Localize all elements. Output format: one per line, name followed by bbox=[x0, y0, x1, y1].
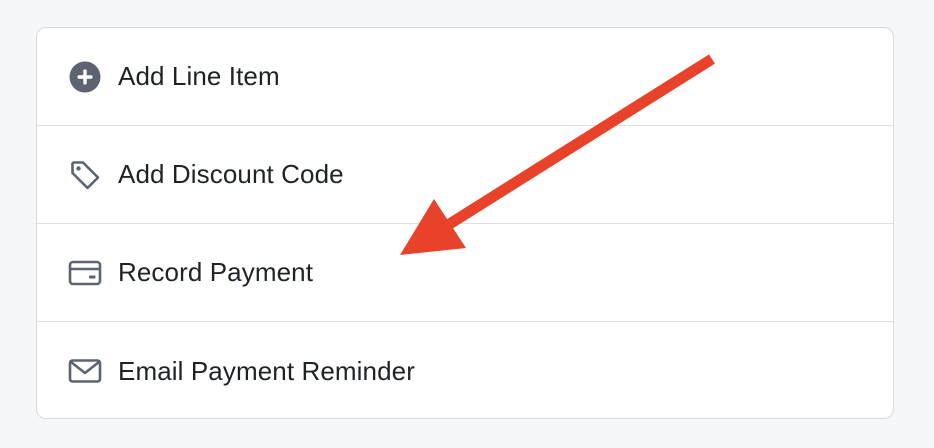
menu-item-email-payment-reminder[interactable]: Email Payment Reminder bbox=[37, 322, 893, 418]
envelope-icon bbox=[68, 354, 102, 388]
menu-item-label: Add Line Item bbox=[118, 61, 280, 91]
menu-item-record-payment[interactable]: Record Payment bbox=[37, 224, 893, 322]
actions-menu: Add Line Item Add Discount Code Record P… bbox=[36, 27, 894, 419]
menu-item-add-discount-code[interactable]: Add Discount Code bbox=[37, 126, 893, 224]
tag-icon bbox=[68, 158, 102, 192]
menu-item-label: Email Payment Reminder bbox=[118, 355, 415, 386]
credit-card-icon bbox=[68, 256, 102, 290]
menu-item-add-line-item[interactable]: Add Line Item bbox=[37, 28, 893, 126]
menu-item-label: Add Discount Code bbox=[118, 159, 344, 189]
menu-item-label: Record Payment bbox=[118, 257, 314, 287]
plus-circle-icon bbox=[68, 60, 102, 94]
